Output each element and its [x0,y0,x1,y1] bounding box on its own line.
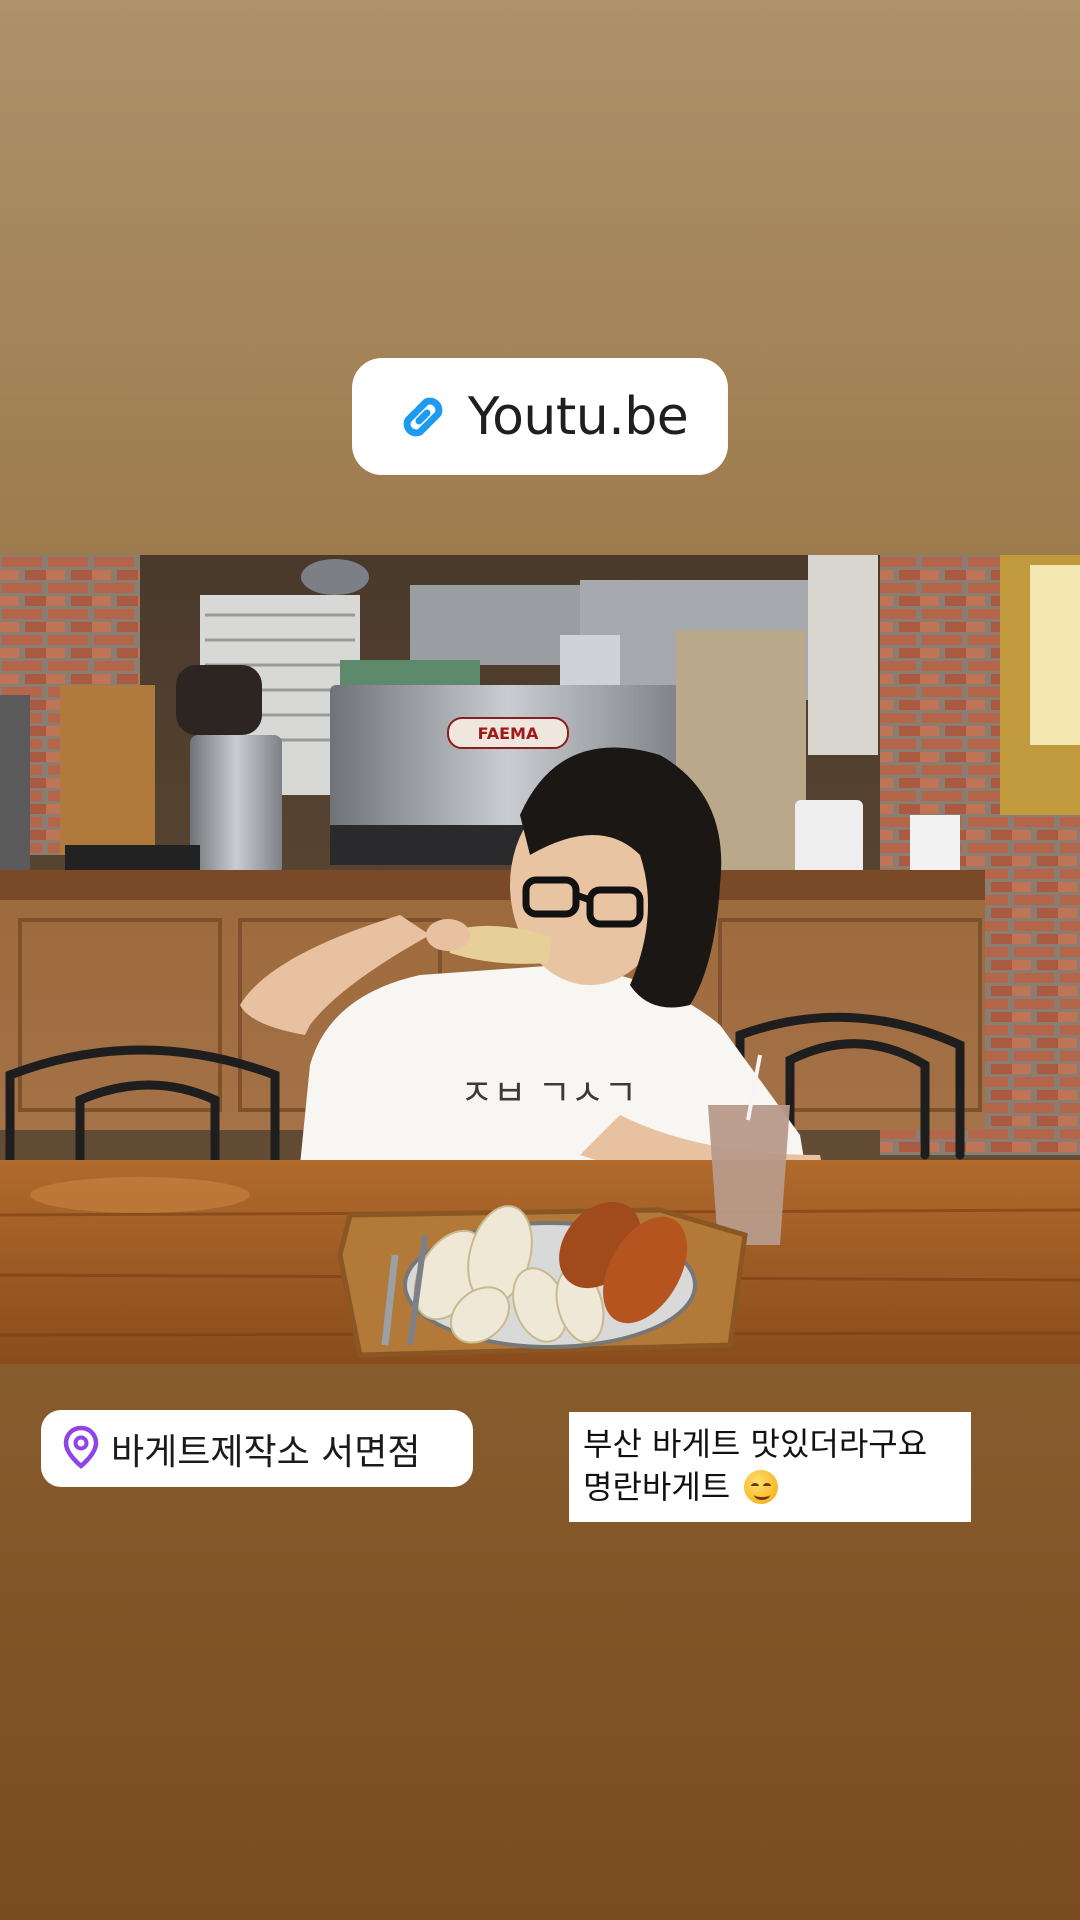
location-pin-icon [63,1425,99,1473]
caption-text-box: 부산 바게트 맛있더라구요 명란바게트 [569,1412,971,1522]
caption-line-2-text: 명란바게트 [583,1468,731,1506]
svg-text:ㅈㅂ ㄱㅅㄱ: ㅈㅂ ㄱㅅㄱ [460,1073,637,1114]
caption-line-1: 부산 바게트 맛있더라구요 [583,1425,928,1463]
link-sticker[interactable]: Youtu.be [352,358,728,475]
link-label: Youtu.be [467,386,689,447]
link-icon [392,386,454,448]
machine-brand: FAEMA [478,724,539,743]
smirking-face-emoji-icon [744,1470,779,1504]
caption-line-2: 명란바게트 [583,1466,957,1509]
location-label: 바게트제작소 서면점 [111,1431,421,1473]
story-canvas: Youtu.be FAEMA ㅈㅂ ㄱㅅㄱ 바게트제작소 서면점 부산 바게트 … [0,0,1080,1920]
location-sticker[interactable]: 바게트제작소 서면점 [41,1410,473,1487]
story-photo: FAEMA ㅈㅂ ㄱㅅㄱ [0,555,1080,1364]
